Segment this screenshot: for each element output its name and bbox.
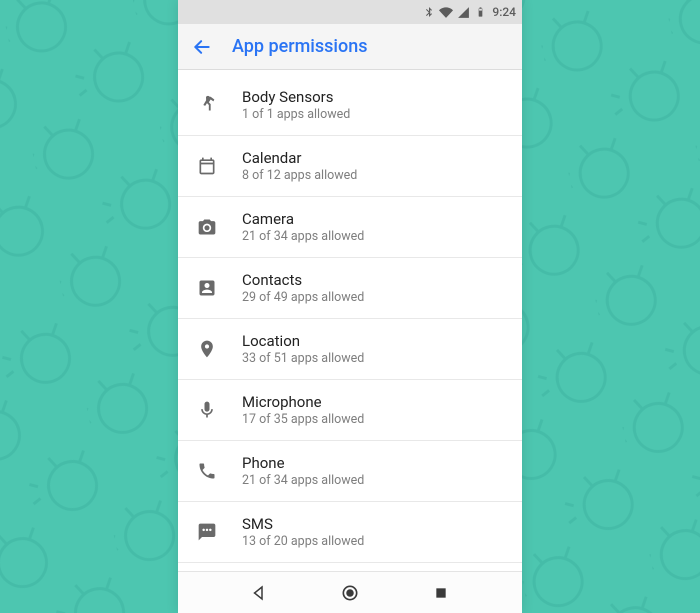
permission-subtitle: 13 of 20 apps allowed bbox=[242, 534, 364, 549]
permission-subtitle: 21 of 34 apps allowed bbox=[242, 473, 364, 488]
wifi-icon bbox=[439, 5, 453, 19]
permission-subtitle: 21 of 34 apps allowed bbox=[242, 229, 364, 244]
permission-title: Phone bbox=[242, 454, 364, 472]
phone-frame: 9:24 App permissions Body Sensors 1 of 1… bbox=[178, 0, 522, 613]
permission-title: Contacts bbox=[242, 271, 364, 289]
nav-recent-button[interactable] bbox=[430, 582, 452, 604]
camera-icon bbox=[196, 216, 218, 238]
permission-subtitle: 33 of 51 apps allowed bbox=[242, 351, 364, 366]
permission-row-camera[interactable]: Camera 21 of 34 apps allowed bbox=[178, 197, 522, 258]
permission-title: Calendar bbox=[242, 149, 357, 167]
permission-row-calendar[interactable]: Calendar 8 of 12 apps allowed bbox=[178, 136, 522, 197]
permission-subtitle: 1 of 1 apps allowed bbox=[242, 107, 350, 122]
permission-row-location[interactable]: Location 33 of 51 apps allowed bbox=[178, 319, 522, 380]
back-button[interactable] bbox=[192, 37, 212, 57]
permission-row-microphone[interactable]: Microphone 17 of 35 apps allowed bbox=[178, 380, 522, 441]
permission-title: Camera bbox=[242, 210, 364, 228]
page-title: App permissions bbox=[232, 36, 368, 57]
nav-home-button[interactable] bbox=[339, 582, 361, 604]
navigation-bar bbox=[178, 571, 522, 613]
permission-subtitle: 29 of 49 apps allowed bbox=[242, 290, 364, 305]
permission-row-sms[interactable]: SMS 13 of 20 apps allowed bbox=[178, 502, 522, 563]
permission-row-body-sensors[interactable]: Body Sensors 1 of 1 apps allowed bbox=[178, 70, 522, 136]
permission-subtitle: 17 of 35 apps allowed bbox=[242, 412, 364, 427]
bluetooth-icon bbox=[422, 5, 436, 19]
permission-title: Microphone bbox=[242, 393, 364, 411]
status-bar: 9:24 bbox=[178, 0, 522, 24]
permission-title: Location bbox=[242, 332, 364, 350]
status-time: 9:24 bbox=[492, 5, 516, 19]
cellular-icon bbox=[456, 5, 470, 19]
permission-title: Body Sensors bbox=[242, 88, 350, 106]
contacts-icon bbox=[196, 277, 218, 299]
app-bar: App permissions bbox=[178, 24, 522, 70]
calendar-icon bbox=[196, 155, 218, 177]
sms-icon bbox=[196, 521, 218, 543]
permission-title: SMS bbox=[242, 515, 364, 533]
microphone-icon bbox=[196, 399, 218, 421]
battery-icon bbox=[473, 5, 487, 19]
nav-back-button[interactable] bbox=[248, 582, 270, 604]
body-sensors-icon bbox=[196, 94, 218, 116]
permission-row-phone[interactable]: Phone 21 of 34 apps allowed bbox=[178, 441, 522, 502]
permission-row-contacts[interactable]: Contacts 29 of 49 apps allowed bbox=[178, 258, 522, 319]
location-icon bbox=[196, 338, 218, 360]
permission-subtitle: 8 of 12 apps allowed bbox=[242, 168, 357, 183]
phone-icon bbox=[196, 460, 218, 482]
permissions-list: Body Sensors 1 of 1 apps allowed Calenda… bbox=[178, 70, 522, 571]
